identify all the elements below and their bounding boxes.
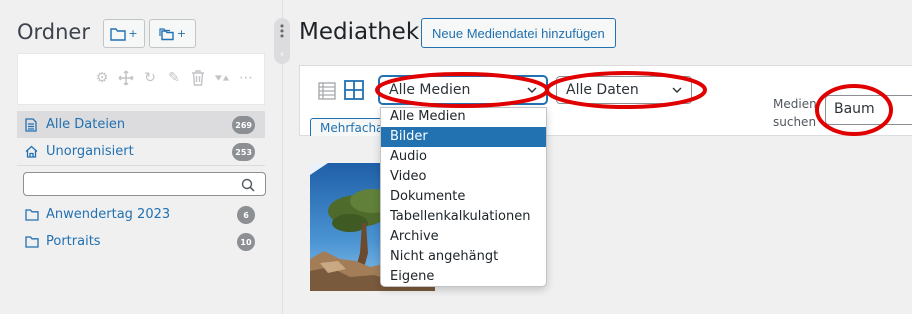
count-badge: 6 xyxy=(237,206,255,224)
new-category-plus: + xyxy=(176,27,187,40)
option-spreadsheets[interactable]: Tabellenkalkulationen xyxy=(381,207,546,227)
home-icon xyxy=(25,145,39,159)
count-badge: 10 xyxy=(237,233,255,251)
more-icon[interactable]: ⋯ xyxy=(238,69,254,87)
drag-dots-icon: • • • xyxy=(278,20,286,43)
nav-all-files[interactable]: Alle Dateien 269 xyxy=(17,111,265,138)
grid-view-icon[interactable] xyxy=(344,80,364,100)
folder-icon xyxy=(110,27,127,41)
media-type-dropdown: Alle Medien Bilder Audio Video Dokumente… xyxy=(380,107,547,287)
folder-search-input[interactable] xyxy=(23,172,266,196)
folder-sidebar: Ordner + + ⚙ ↻ ✎ ⋯ Alle Dateien 269 Unor… xyxy=(0,0,283,314)
chevron-down-icon xyxy=(672,87,682,93)
sort-icon[interactable] xyxy=(214,69,230,87)
page-title: Mediathek xyxy=(299,19,420,45)
list-view-icon[interactable] xyxy=(318,82,336,100)
folder-item-anwendertag[interactable]: Anwendertag 2023 6 xyxy=(17,201,265,228)
option-documents[interactable]: Dokumente xyxy=(381,187,546,207)
option-unattached[interactable]: Nicht angehängt xyxy=(381,247,546,267)
new-folder-plus: + xyxy=(128,27,138,40)
media-search-label: Medien suchen xyxy=(773,97,817,129)
refresh-icon[interactable]: ↻ xyxy=(142,69,158,87)
option-mine[interactable]: Eigene xyxy=(381,267,546,287)
folder-icon xyxy=(25,208,39,222)
collapse-arrow-icon[interactable]: ‹ xyxy=(280,50,284,60)
new-category-button[interactable]: + xyxy=(149,19,196,48)
folder-item-portraits[interactable]: Portraits 10 xyxy=(17,228,265,255)
option-images[interactable]: Bilder xyxy=(381,127,546,147)
sidebar-resize-handle[interactable]: • • • ‹ xyxy=(274,18,290,64)
media-type-select[interactable]: Alle Medien xyxy=(379,76,547,104)
media-type-value: Alle Medien xyxy=(389,82,471,98)
nav-unorganized-label: Unorganisiert xyxy=(46,144,134,159)
media-search-input[interactable]: Baum xyxy=(825,95,912,125)
folder-icon xyxy=(25,235,39,249)
folder-label: Anwendertag 2023 xyxy=(46,207,171,222)
option-all-media[interactable]: Alle Medien xyxy=(381,110,546,127)
option-audio[interactable]: Audio xyxy=(381,147,546,167)
chevron-down-icon xyxy=(527,87,537,93)
count-badge: 269 xyxy=(232,116,255,134)
option-video[interactable]: Video xyxy=(381,167,546,187)
folder-stack-icon xyxy=(159,27,174,40)
sidebar-title: Ordner xyxy=(17,20,90,44)
search-icon xyxy=(241,177,255,196)
edit-icon[interactable]: ✎ xyxy=(166,69,182,87)
settings-icon[interactable]: ⚙ xyxy=(94,69,110,87)
folder-label: Portraits xyxy=(46,234,101,249)
folder-toolbar: ⚙ ↻ ✎ ⋯ xyxy=(17,53,265,105)
nav-unorganized[interactable]: Unorganisiert 253 xyxy=(17,138,265,165)
count-badge: 253 xyxy=(232,143,255,161)
add-media-button[interactable]: Neue Mediendatei hinzufügen xyxy=(421,18,616,48)
option-archives[interactable]: Archive xyxy=(381,227,546,247)
move-icon[interactable] xyxy=(118,69,134,87)
new-folder-button[interactable]: + xyxy=(103,19,145,48)
date-select[interactable]: Alle Daten xyxy=(556,76,692,104)
bulk-select-button[interactable]: Mehrfachauswahl xyxy=(310,118,390,136)
divider xyxy=(17,165,265,166)
document-icon xyxy=(25,117,39,132)
trash-icon[interactable] xyxy=(190,69,206,87)
date-value: Alle Daten xyxy=(566,82,639,98)
nav-all-files-label: Alle Dateien xyxy=(46,117,126,132)
